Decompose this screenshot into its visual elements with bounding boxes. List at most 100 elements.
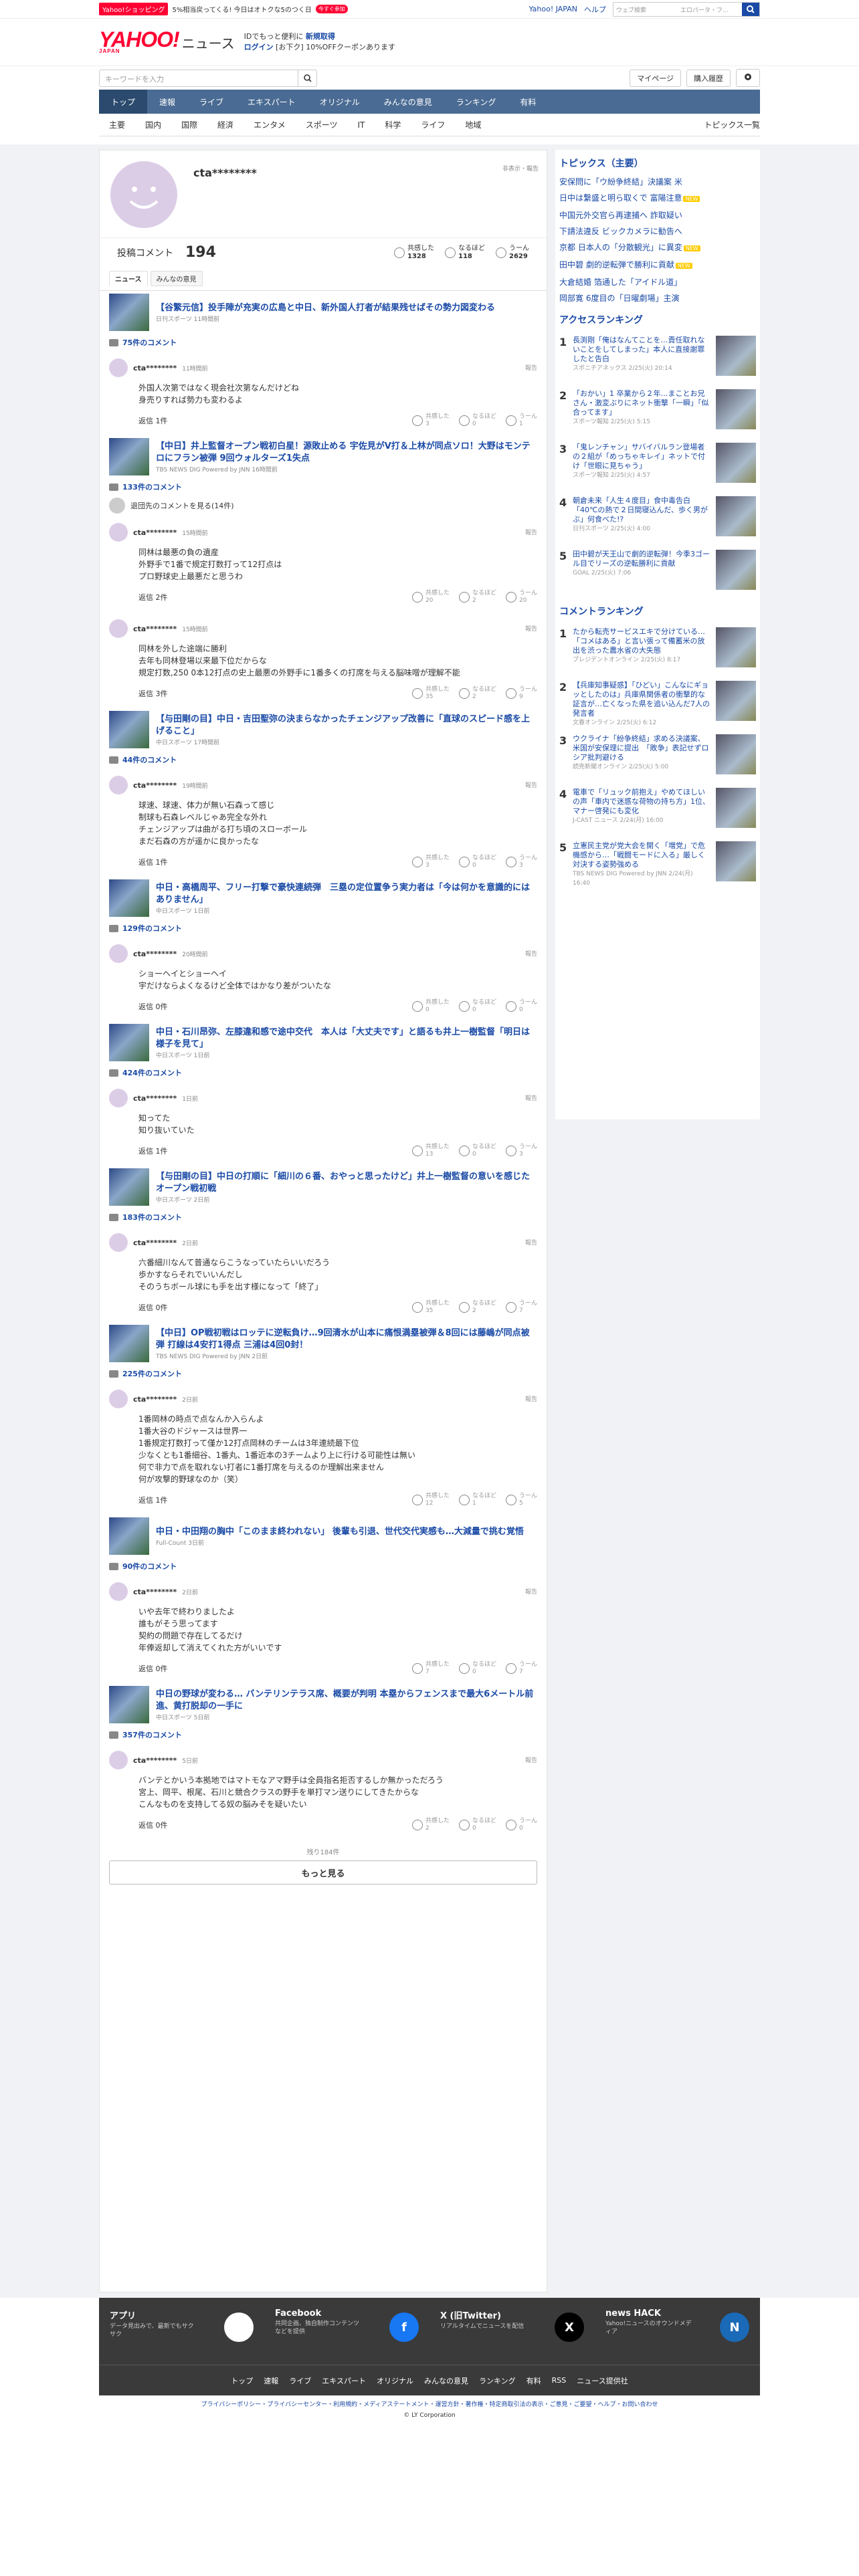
- comment-ranking-item[interactable]: 4 電車で「リュック前抱え」やめてほしいの声「車内で迷惑な荷物の持ち方」1位、マナ…: [555, 782, 760, 836]
- footer-link[interactable]: RSS: [552, 2376, 567, 2385]
- reaction-button[interactable]: 共感した 12: [411, 1493, 450, 1507]
- reply-button[interactable]: 返信 1件: [138, 857, 168, 867]
- access-ranking-item[interactable]: 4 朝倉未来「人生４度目」食中毒告白「40℃の熱で２日間寝込んだ、歩く男がぶ」何食…: [555, 491, 760, 544]
- nav-ranking[interactable]: ランキング: [444, 90, 508, 114]
- reaction-button[interactable]: 共感した 20: [411, 590, 450, 605]
- report-link[interactable]: 報告: [525, 1587, 537, 1596]
- reaction-button[interactable]: 共感した 7: [411, 1661, 450, 1676]
- settings-button[interactable]: [736, 69, 760, 87]
- access-ranking-item[interactable]: 2 「おかい」1 卒業から２年…まことお兄さん・激変ぶりにネット衝撃「一瞬」「似合…: [555, 384, 760, 437]
- article-link[interactable]: 【谷繁元信】投手陣が充実の広島と中日、新外国人打者が結果残せばその勢力図変わる日…: [100, 291, 547, 334]
- rank-title[interactable]: 「鬼レンチャン」サバイバルラン登場者の２組が「めっちゃキレイ」ネットで付け「世眼…: [573, 443, 712, 471]
- comment-count-link[interactable]: 75件のコメント: [100, 334, 547, 351]
- footer-link[interactable]: ライブ: [289, 2375, 311, 2386]
- article-title[interactable]: 中日・石川昂弥、左膝違和感で途中交代 本人は「大丈夫です」と語るも井上一樹監督「…: [156, 1027, 537, 1051]
- reaction-button[interactable]: うーん 3: [505, 855, 537, 869]
- access-ranking-item[interactable]: 5 田中碧が天王山で劇的逆転弾！今季3ゴール目でリーズの逆転勝利に貢献 GOAL 2…: [555, 544, 760, 598]
- footer-link[interactable]: オリジナル: [377, 2375, 413, 2386]
- comment-count-link[interactable]: 129件のコメント: [100, 920, 547, 937]
- footer-link[interactable]: トップ: [231, 2375, 253, 2386]
- legal-text[interactable]: プライバシーポリシー・プライバシーセンター・利用規約・メディアステートメント・運…: [0, 2399, 859, 2410]
- nav-paid[interactable]: 有料: [508, 90, 548, 114]
- rank-title[interactable]: 長渕剛「俺はなんてことを…責任取れないことをしてしまった」本人に直接謝罪したと告…: [573, 336, 712, 364]
- footer-app[interactable]: アプリ データ見出みで、最新でもサクサク ▣: [99, 2298, 264, 2365]
- reaction-button[interactable]: うーん 1: [505, 413, 537, 428]
- article-title[interactable]: 【与田剛の目】中日の打順に「細川の６番、おやっと思ったけど」井上一樹監督の意いを…: [156, 1171, 537, 1195]
- article-title[interactable]: 【谷繁元信】投手陣が充実の広島と中日、新外国人打者が結果残せばその勢力図変わる: [156, 302, 495, 314]
- reaction-button[interactable]: うーん 7: [505, 1300, 537, 1315]
- comment-count-link[interactable]: 133件のコメント: [100, 478, 547, 496]
- history-button[interactable]: 購入履歴: [686, 69, 731, 87]
- comment-count-link[interactable]: 225件のコメント: [100, 1365, 547, 1382]
- promo-tag[interactable]: 今すぐ参加: [315, 5, 348, 13]
- reaction-button[interactable]: なるほど 2: [458, 1300, 496, 1315]
- reply-button[interactable]: 返信 2件: [138, 592, 168, 603]
- comment-user[interactable]: cta********: [133, 1756, 177, 1765]
- topic-link[interactable]: 京都 日本人の「分散観光」に異変 NEW: [555, 239, 760, 257]
- reaction-button[interactable]: なるほど 0: [458, 1144, 496, 1158]
- topic-link[interactable]: 下請法違反 ビックカメラに勧告へ: [555, 223, 760, 239]
- reaction-button[interactable]: うーん 9: [505, 686, 537, 701]
- reaction-button[interactable]: なるほど 0: [458, 855, 496, 869]
- footer-link[interactable]: みんなの意見: [424, 2375, 468, 2386]
- rank-title[interactable]: ウクライナ「紛争終結」求める決議案、米国が安保理に提出 「敗争」表記せずロシア批…: [573, 734, 712, 762]
- comment-user[interactable]: cta********: [133, 364, 177, 372]
- comment-user[interactable]: cta********: [133, 1395, 177, 1404]
- footer-link[interactable]: 有料: [527, 2375, 541, 2386]
- article-link[interactable]: 【中日】OP戦初戦はロッテに逆転負け…9回清水が山本に痛恨満塁被弾＆8回には藤嶋…: [100, 1322, 547, 1365]
- article-link[interactable]: 【与田剛の目】中日の打順に「細川の６番、おやっと思ったけど」井上一樹監督の意いを…: [100, 1166, 547, 1208]
- reply-button[interactable]: 返信 0件: [138, 1302, 168, 1313]
- reaction-button[interactable]: なるほど 2: [458, 686, 496, 701]
- reaction-button[interactable]: 共感した 0: [411, 999, 450, 1014]
- cat-it[interactable]: IT: [347, 120, 375, 130]
- reaction-button[interactable]: うーん 5: [505, 1493, 537, 1507]
- footer-app[interactable]: news HACK Yahoo!ニュースのオウンドメディア N: [595, 2298, 760, 2365]
- access-ranking-item[interactable]: 3 「鬼レンチャン」サバイバルラン登場者の２組が「めっちゃキレイ」ネットで付け「世…: [555, 437, 760, 491]
- topic-link[interactable]: 日中は繋盛と明ら取くで 富陽注意 NEW: [555, 190, 760, 207]
- cat-sports[interactable]: スポーツ: [296, 119, 348, 130]
- footer-link[interactable]: 速報: [264, 2375, 278, 2386]
- comment-count-link[interactable]: 90件のコメント: [100, 1558, 547, 1575]
- comment-ranking-item[interactable]: 2 【兵庫知事疑惑】「ひどい」こんなにギョッとしたのは」兵庫県関係者の衝撃的な証言…: [555, 675, 760, 729]
- nav-opinion[interactable]: みんなの意見: [372, 90, 444, 114]
- yahoo-japan-link[interactable]: Yahoo! JAPAN: [529, 5, 577, 13]
- nav-flash[interactable]: 速報: [147, 90, 187, 114]
- reaction-button[interactable]: 共感した 2: [411, 1818, 450, 1832]
- rank-title[interactable]: 「おかい」1 卒業から２年…まことお兄さん・激変ぶりにネット衝撃「一瞬」「似合っ…: [573, 389, 712, 417]
- cat-main[interactable]: 主要: [99, 119, 135, 130]
- topic-link[interactable]: 田中碧 劇的逆転弾で勝利に貢献 NEW: [555, 257, 760, 274]
- reaction-button[interactable]: なるほど 0: [458, 1661, 496, 1676]
- report-link[interactable]: 報告: [525, 780, 537, 789]
- reaction-button[interactable]: なるほど 2: [458, 590, 496, 605]
- footer-app[interactable]: Facebook 共同企画、独自制作コンテンツなどを提供 f: [264, 2298, 430, 2365]
- web-search-button[interactable]: [742, 2, 759, 16]
- reply-button[interactable]: 返信 0件: [138, 1820, 168, 1830]
- rank-title[interactable]: たから転売サービスエキで分けている…「コメはある」と言い張って備蓄米の放出を渋っ…: [573, 627, 712, 655]
- reply-button[interactable]: 返信 1件: [138, 1146, 168, 1156]
- article-title[interactable]: 【中日】井上監督オープン戦初白星！源敗止める 宇佐見がV打＆上林が同点ソロ！大野…: [156, 441, 537, 465]
- promo-badge[interactable]: Yahoo!ショッピング: [99, 3, 169, 15]
- report-link[interactable]: 報告: [525, 363, 537, 372]
- reaction-button[interactable]: うーん 3: [505, 1144, 537, 1158]
- comment-count-link[interactable]: 357件のコメント: [100, 1726, 547, 1743]
- rank-title[interactable]: 【兵庫知事疑惑】「ひどい」こんなにギョッとしたのは」兵庫県関係者の衝撃的な証言が…: [573, 681, 712, 718]
- access-ranking-item[interactable]: 1 長渕剛「俺はなんてことを…責任取れないことをしてしまった」本人に直接謝罪したと…: [555, 330, 760, 384]
- rank-title[interactable]: 電車で「リュック前抱え」やめてほしいの声「車内で迷惑な荷物の持ち方」1位、マナー…: [573, 788, 712, 816]
- login-link[interactable]: ログイン: [244, 43, 274, 51]
- cat-local[interactable]: 地域: [455, 119, 491, 130]
- reply-button[interactable]: 返信 1件: [138, 1495, 168, 1505]
- site-search-input[interactable]: キーワードを入力: [100, 70, 298, 86]
- reply-button[interactable]: 返信 3件: [138, 688, 168, 699]
- nav-original[interactable]: オリジナル: [308, 90, 372, 114]
- cat-domestic[interactable]: 国内: [135, 119, 171, 130]
- web-search-input[interactable]: ウェブ検索: [613, 3, 678, 16]
- comment-count-link[interactable]: 424件のコメント: [100, 1064, 547, 1081]
- comment-user[interactable]: cta********: [133, 781, 177, 790]
- promo-text[interactable]: 5%相当戻ってくる! 今日はオトクな5のつく日: [172, 4, 311, 14]
- article-link[interactable]: 中日・石川昂弥、左膝違和感で途中交代 本人は「大丈夫です」と語るも井上一樹監督「…: [100, 1021, 547, 1064]
- report-link[interactable]: 報告: [525, 624, 537, 633]
- reply-button[interactable]: 返信 1件: [138, 415, 168, 426]
- tab-opinion[interactable]: みんなの意見: [150, 271, 203, 286]
- article-title[interactable]: 【中日】OP戦初戦はロッテに逆転負け…9回清水が山本に痛恨満塁被弾＆8回には藤嶋…: [156, 1327, 537, 1352]
- reaction-button[interactable]: なるほど 0: [458, 999, 496, 1014]
